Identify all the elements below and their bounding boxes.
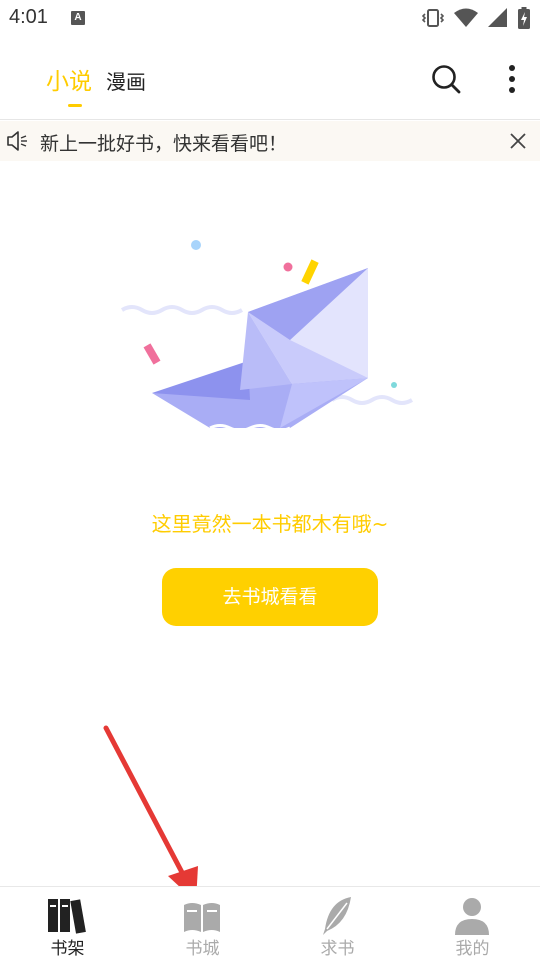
notification-a-icon: A (71, 11, 85, 25)
active-tab-indicator (68, 104, 82, 107)
vibrate-icon (422, 9, 444, 27)
tab-comic[interactable]: 漫画 (106, 66, 146, 95)
nav-label: 求书 (320, 939, 355, 959)
bookshelf-icon (48, 899, 86, 934)
battery-icon (518, 7, 530, 29)
feather-icon (323, 897, 351, 935)
nav-item-request-book[interactable]: 求书 (270, 887, 405, 960)
empty-shelf-message: 这里竟然一本书都木有哦~ (151, 512, 389, 536)
nav-item-profile[interactable]: 我的 (405, 887, 540, 960)
bottom-nav: 书架 书城 求书 我的 (0, 886, 540, 960)
empty-shelf-illustration (120, 240, 414, 432)
open-book-icon (184, 903, 220, 932)
speaker-icon (7, 131, 27, 151)
close-icon[interactable] (508, 131, 528, 151)
nav-item-bookshelf[interactable]: 书架 (0, 887, 135, 960)
notice-text: 新上一批好书，快来看看吧！ (40, 133, 288, 155)
tab-novel[interactable]: 小说 (46, 62, 92, 96)
nav-label: 我的 (455, 939, 490, 959)
more-vertical-icon[interactable] (498, 63, 526, 95)
status-icons (422, 6, 530, 30)
status-time: 4:01 (9, 6, 48, 28)
signal-icon (488, 8, 507, 27)
app-bar: 小说 漫画 (0, 36, 540, 120)
wifi-icon (454, 8, 478, 27)
search-icon[interactable] (430, 63, 462, 95)
status-bar: 4:01 A (0, 0, 540, 36)
go-to-bookstore-button[interactable]: 去书城看看 (162, 568, 378, 626)
notice-bar: 新上一批好书，快来看看吧！ (0, 121, 540, 161)
nav-item-bookstore[interactable]: 书城 (135, 887, 270, 960)
person-icon (455, 898, 489, 935)
nav-label: 书架 (50, 939, 85, 959)
nav-label: 书城 (185, 939, 220, 959)
